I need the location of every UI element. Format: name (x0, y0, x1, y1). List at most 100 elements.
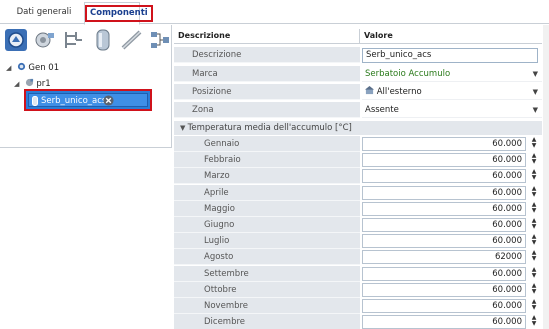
section-title: Temperatura media dell'accumulo [°C] (187, 123, 352, 133)
row-marca: Marca Serbatoio Accumulo ▼ (174, 66, 542, 82)
component-toolbar (0, 25, 172, 57)
month-value-input[interactable]: 60.000 (362, 315, 526, 329)
month-label: Marzo (174, 168, 360, 185)
distribution-icon[interactable] (62, 28, 86, 52)
outdoor-icon (365, 86, 374, 95)
spin-buttons[interactable]: ▲ ▼ (529, 169, 539, 183)
caret-down-icon[interactable]: ◢ (14, 77, 22, 91)
month-row: Settembre 60.000 ▲ ▼ (174, 265, 542, 282)
spin-buttons[interactable]: ▲ ▼ (529, 201, 539, 216)
tank-icon[interactable] (91, 28, 115, 52)
month-value-input[interactable]: 60.000 (362, 153, 526, 168)
month-row: Marzo 60.000 ▲ ▼ (174, 168, 542, 185)
manifold-icon[interactable] (148, 28, 172, 52)
month-label: Settembre (174, 265, 360, 282)
month-label: Maggio (174, 200, 360, 217)
pump-node-icon (25, 78, 33, 87)
month-value-input[interactable]: 60.000 (362, 218, 526, 232)
row-zona: Zona Assente ▼ (174, 102, 542, 118)
month-value-input[interactable]: 60.000 (362, 299, 526, 313)
spin-buttons[interactable]: ▲ ▼ (529, 185, 539, 200)
month-label: Ottobre (174, 281, 360, 298)
section-temperatura[interactable]: ▼ Temperatura media dell'accumulo [°C] (174, 121, 542, 135)
month-label: Luglio (174, 233, 360, 250)
tree-node-gen[interactable]: ◢ Gen 01 (6, 61, 59, 75)
spin-down-icon[interactable]: ▼ (529, 240, 539, 246)
grid-header: Descrizione Valore (174, 29, 542, 44)
tab-componenti[interactable]: Componenti (84, 2, 153, 25)
month-label: Novembre (174, 298, 360, 314)
spin-down-icon[interactable]: ▼ (529, 143, 539, 149)
pipe-icon[interactable] (120, 28, 144, 52)
month-value-input[interactable]: 62000 (362, 250, 526, 265)
row-posizione: Posizione All'esterno ▼ (174, 84, 542, 100)
month-row: Giugno 60.000 ▲ ▼ (174, 217, 542, 233)
month-value-input[interactable]: 60.000 (362, 185, 526, 200)
month-row: Novembre 60.000 ▲ ▼ (174, 298, 542, 314)
row-label: Descrizione (174, 47, 360, 63)
spin-down-icon[interactable]: ▼ (529, 159, 539, 165)
spin-buttons[interactable]: ▲ ▼ (529, 137, 539, 151)
header-divider (359, 29, 360, 44)
tree-node-pr1-label: pr1 (36, 79, 51, 89)
month-value-input[interactable]: 60.000 (362, 137, 526, 151)
spin-down-icon[interactable]: ▼ (529, 272, 539, 279)
posizione-select[interactable]: All'esterno ▼ (362, 84, 542, 100)
row-label: Zona (174, 102, 360, 118)
month-label: Agosto (174, 249, 360, 266)
month-value-input[interactable]: 60.000 (362, 266, 526, 281)
tab-componenti-label: Componenti (85, 5, 153, 22)
row-label: Marca (174, 66, 360, 82)
spin-buttons[interactable]: ▲ ▼ (529, 234, 539, 248)
spin-buttons[interactable]: ▲ ▼ (529, 282, 539, 297)
pump-icon[interactable] (33, 28, 57, 52)
tree-node-gen-label: Gen 01 (28, 63, 60, 73)
month-value-input[interactable]: 60.000 (362, 201, 526, 216)
section-collapse-icon[interactable]: ▼ (180, 124, 188, 132)
spin-down-icon[interactable]: ▼ (529, 175, 539, 181)
spin-down-icon[interactable]: ▼ (529, 288, 539, 295)
marca-select[interactable]: Serbatoio Accumulo ▼ (362, 66, 542, 82)
header-valore: Valore (364, 31, 393, 40)
spin-buttons[interactable]: ▲ ▼ (529, 218, 539, 232)
tab-dati-generali[interactable]: Dati generali (6, 2, 82, 24)
spin-down-icon[interactable]: ▼ (529, 305, 539, 311)
caret-down-icon[interactable]: ◢ (6, 61, 14, 75)
descrizione-input[interactable]: Serb_unico_acs (362, 48, 538, 63)
spin-down-icon[interactable]: ▼ (529, 224, 539, 230)
month-row: Gennaio 60.000 ▲ ▼ (174, 136, 542, 152)
generator-icon[interactable] (4, 28, 28, 52)
month-row: Dicembre 60.000 ▲ ▼ (174, 314, 542, 329)
close-icon[interactable] (103, 95, 114, 106)
row-label: Posizione (174, 84, 360, 100)
tank-node-icon (32, 96, 38, 106)
spin-down-icon[interactable]: ▼ (529, 191, 539, 198)
spin-buttons[interactable]: ▲ ▼ (529, 153, 539, 167)
row-descrizione: Descrizione Serb_unico_acs (174, 47, 542, 63)
spin-down-icon[interactable]: ▼ (529, 207, 539, 214)
spin-buttons[interactable]: ▲ ▼ (529, 315, 539, 329)
month-label: Febbraio (174, 152, 360, 169)
marca-value: Serbatoio Accumulo (365, 69, 451, 79)
chevron-down-icon[interactable]: ▼ (533, 66, 538, 82)
header-descrizione: Descrizione (178, 31, 231, 40)
month-row: Febbraio 60.000 ▲ ▼ (174, 152, 542, 169)
posizione-value: All'esterno (376, 87, 422, 97)
month-value-input[interactable]: 60.000 (362, 169, 526, 184)
spin-buttons[interactable]: ▲ ▼ (529, 266, 539, 281)
chevron-down-icon[interactable]: ▼ (533, 102, 538, 118)
zona-select[interactable]: Assente ▼ (362, 102, 542, 118)
spin-buttons[interactable]: ▲ ▼ (529, 250, 539, 264)
spin-down-icon[interactable]: ▼ (529, 321, 539, 327)
tree-node-selected[interactable]: Serb_unico_acs (24, 89, 152, 111)
month-label: Aprile (174, 184, 360, 201)
month-value-input[interactable]: 60.000 (362, 234, 526, 249)
month-value-input[interactable]: 60.000 (362, 282, 526, 297)
spin-down-icon[interactable]: ▼ (529, 256, 539, 262)
vertical-scrollbar[interactable] (543, 25, 549, 329)
spin-buttons[interactable]: ▲ ▼ (529, 299, 539, 313)
generator-node-icon (17, 62, 25, 71)
month-label: Giugno (174, 217, 360, 233)
property-grid: Descrizione Valore Descrizione Serb_unic… (174, 25, 542, 329)
chevron-down-icon[interactable]: ▼ (533, 84, 538, 100)
